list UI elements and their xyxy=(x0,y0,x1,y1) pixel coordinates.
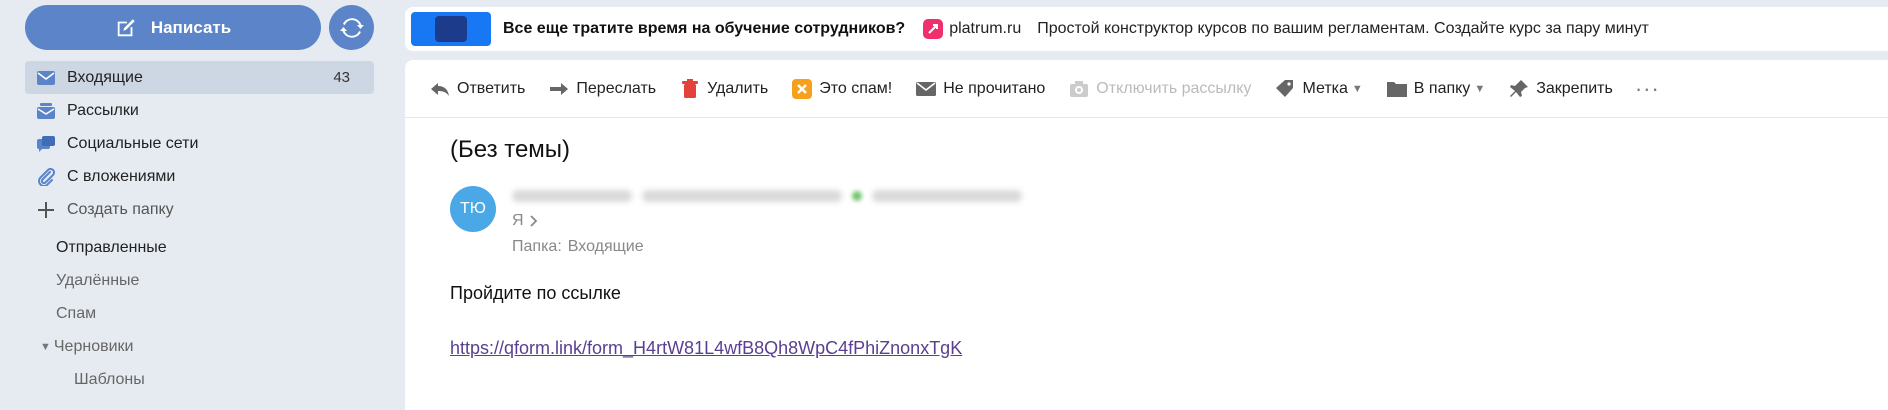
chevron-down-icon: ▼ xyxy=(1351,82,1363,95)
label-label: Метка xyxy=(1302,79,1348,97)
unsubscribe-label: Отключить рассылку xyxy=(1096,79,1252,97)
message-subject: (Без темы) xyxy=(450,136,571,163)
paperclip-icon xyxy=(36,167,56,187)
delete-label: Удалить xyxy=(707,79,769,97)
main-panel: Все еще тратите время на обучение сотруд… xyxy=(405,0,1888,410)
mark-unread-button[interactable]: Не прочитано xyxy=(916,79,1045,99)
sidebar-item-attachments[interactable]: С вложениями xyxy=(25,160,374,193)
unread-count-badge: 43 xyxy=(333,69,350,86)
sidebar-item-sent[interactable]: Отправленные xyxy=(56,233,167,263)
folder-label: Папка: xyxy=(512,238,562,255)
compose-button[interactable]: Написать xyxy=(25,5,321,50)
sidebar-item-label: Входящие xyxy=(67,68,143,86)
chevron-right-icon xyxy=(529,215,537,227)
sidebar-item-label: Удалённые xyxy=(56,272,140,289)
sidebar-item-label: С вложениями xyxy=(67,167,176,185)
sidebar-item-label: Социальные сети xyxy=(67,134,199,152)
sidebar-item-drafts[interactable]: ▼ Черновики xyxy=(40,332,133,362)
sidebar-item-deleted[interactable]: Удалённые xyxy=(56,266,139,296)
reply-icon xyxy=(431,82,449,96)
reply-button[interactable]: Ответить xyxy=(430,79,525,99)
sidebar-item-label: Спам xyxy=(56,305,97,322)
sidebar-item-social[interactable]: Социальные сети xyxy=(25,127,374,160)
plus-icon xyxy=(36,200,56,220)
spam-button[interactable]: Это спам! xyxy=(792,78,893,99)
create-folder-button[interactable]: Создать папку xyxy=(25,193,374,226)
spam-label: Это спам! xyxy=(819,79,893,97)
forward-label: Переслать xyxy=(576,79,657,97)
pin-label: Закрепить xyxy=(1536,79,1613,97)
forward-icon xyxy=(550,82,569,95)
ad-description: Простой конструктор курсов по вашим регл… xyxy=(1037,20,1649,37)
move-to-folder-button[interactable]: В папку ▼ xyxy=(1386,79,1486,99)
sidebar-item-templates[interactable]: Шаблоны xyxy=(74,365,145,395)
sidebar-item-inbox[interactable]: Входящие 43 xyxy=(25,61,374,94)
compose-label: Написать xyxy=(150,17,232,37)
spam-icon xyxy=(792,78,813,99)
refresh-icon xyxy=(339,17,364,38)
sidebar-item-label: Шаблоны xyxy=(74,371,145,388)
unsubscribe-icon xyxy=(1070,80,1089,97)
collapse-triangle-icon[interactable]: ▼ xyxy=(40,341,51,353)
label-button[interactable]: Метка ▼ xyxy=(1275,79,1363,99)
message-folder-info: Папка: Входящие xyxy=(512,238,644,256)
sender-info-redacted xyxy=(512,188,1032,204)
reply-label: Ответить xyxy=(457,79,526,97)
trash-icon xyxy=(682,78,699,98)
sidebar-item-label: Рассылки xyxy=(67,101,139,119)
message-panel: Ответить Переслать Удалить Это спам! Не … xyxy=(405,60,1888,410)
newsletters-icon xyxy=(36,101,56,121)
delete-button[interactable]: Удалить xyxy=(680,78,769,99)
unsubscribe-button[interactable]: Отключить рассылку xyxy=(1069,79,1251,99)
sidebar: Написать Входящие 43 Рассылки Социальные… xyxy=(0,0,405,410)
tag-icon xyxy=(1276,79,1294,97)
sidebar-item-spam[interactable]: Спам xyxy=(56,299,96,329)
ad-image xyxy=(411,12,491,46)
platrum-logo-icon xyxy=(923,19,944,39)
message-toolbar: Ответить Переслать Удалить Это спам! Не … xyxy=(405,60,1888,118)
folder-value: Входящие xyxy=(567,238,644,255)
ad-domain[interactable]: platrum.ru xyxy=(949,20,1021,38)
message-body-text: Пройдите по ссылке xyxy=(450,283,621,303)
recipient-name: Я xyxy=(512,212,524,229)
ad-banner[interactable]: Все еще тратите время на обучение сотруд… xyxy=(405,7,1888,51)
chevron-down-icon: ▼ xyxy=(1474,82,1486,95)
move-label: В папку xyxy=(1413,79,1471,97)
message-body-link[interactable]: https://qform.link/form_H4rtW81L4wfB8Qh8… xyxy=(450,338,962,359)
inbox-icon xyxy=(36,68,56,88)
pin-button[interactable]: Закрепить xyxy=(1509,79,1613,99)
social-networks-icon xyxy=(36,134,56,154)
sidebar-item-label: Создать папку xyxy=(67,200,174,218)
sidebar-item-label: Отправленные xyxy=(56,239,167,256)
sidebar-item-newsletters[interactable]: Рассылки xyxy=(25,94,374,127)
compose-icon xyxy=(117,18,135,36)
sender-avatar[interactable]: ТЮ xyxy=(450,186,496,232)
sidebar-item-label: Черновики xyxy=(53,338,134,355)
refresh-button[interactable] xyxy=(329,5,374,50)
more-options-button[interactable]: ··· xyxy=(1635,76,1660,102)
forward-button[interactable]: Переслать xyxy=(549,79,656,99)
pin-icon xyxy=(1510,79,1529,97)
folder-icon xyxy=(1386,81,1407,97)
envelope-icon xyxy=(916,81,937,96)
ad-title[interactable]: Все еще тратите время на обучение сотруд… xyxy=(503,20,905,38)
recipient-line[interactable]: Я xyxy=(512,212,538,230)
unread-label: Не прочитано xyxy=(943,79,1046,97)
